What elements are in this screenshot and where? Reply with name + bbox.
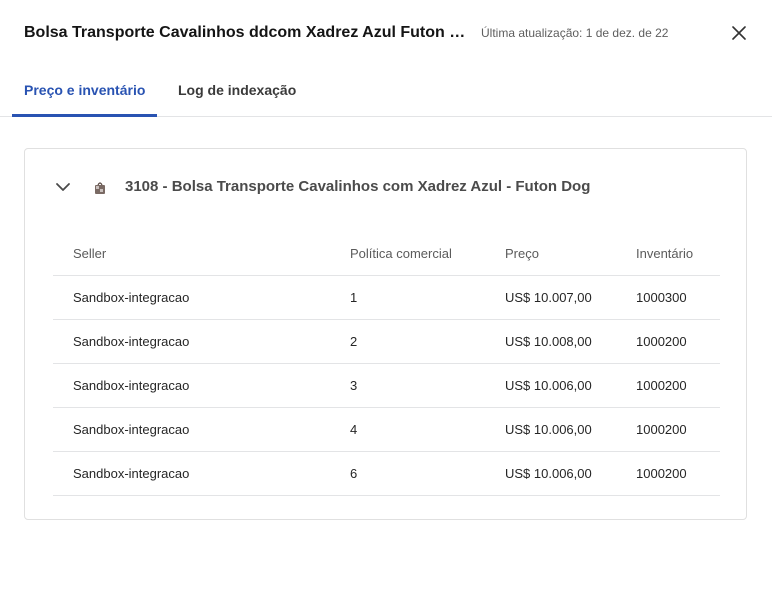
last-updated-text: Última atualização: 1 de dez. de 22 [481,26,669,40]
table-header-row: Seller Política comercial Preço Inventár… [53,232,720,276]
policy-cell: 6 [350,451,505,496]
column-header-inventory: Inventário [636,232,720,276]
inventory-cell: 1000300 [636,275,720,320]
table-row: Sandbox-integracao 3 US$ 10.006,00 10002… [53,363,720,408]
product-title: Bolsa Transporte Cavalinhos ddcom Xadrez… [24,24,474,41]
tab-bar: Preço e inventário Log de indexação [0,70,772,117]
inventory-cell: 1000200 [636,407,720,452]
price-cell: US$ 10.006,00 [505,451,636,496]
product-thumbnail-icon [93,181,107,195]
tab-indexing-log[interactable]: Log de indexação [178,70,296,114]
seller-cell: Sandbox-integracao [53,275,350,320]
policy-cell: 3 [350,363,505,408]
seller-cell: Sandbox-integracao [53,363,350,408]
seller-cell: Sandbox-integracao [53,319,350,364]
column-header-price: Preço [505,232,636,276]
table-row: Sandbox-integracao 6 US$ 10.006,00 10002… [53,451,720,496]
seller-cell: Sandbox-integracao [53,407,350,452]
table-row: Sandbox-integracao 2 US$ 10.008,00 10002… [53,319,720,364]
table-row: Sandbox-integracao 1 US$ 10.007,00 10003… [53,275,720,320]
policy-cell: 4 [350,407,505,452]
price-cell: US$ 10.006,00 [505,363,636,408]
seller-cell: Sandbox-integracao [53,451,350,496]
column-header-policy: Política comercial [350,232,505,276]
policy-cell: 2 [350,319,505,364]
close-button[interactable] [728,22,750,44]
inventory-cell: 1000200 [636,319,720,364]
inventory-cell: 1000200 [636,363,720,408]
inventory-cell: 1000200 [636,451,720,496]
column-header-seller: Seller [53,232,350,276]
sku-title: 3108 - Bolsa Transporte Cavalinhos com X… [125,178,591,195]
price-cell: US$ 10.007,00 [505,275,636,320]
table-row: Sandbox-integracao 4 US$ 10.006,00 10002… [53,407,720,452]
price-cell: US$ 10.008,00 [505,319,636,364]
tab-price-inventory[interactable]: Preço e inventário [12,70,158,117]
chevron-down-icon [56,183,70,191]
policy-cell: 1 [350,275,505,320]
seller-table: Seller Política comercial Preço Inventár… [53,232,720,496]
expand-toggle[interactable] [54,180,72,194]
modal-header: Bolsa Transporte Cavalinhos ddcom Xadrez… [0,0,772,66]
close-icon [732,26,746,40]
sku-card: 3108 - Bolsa Transporte Cavalinhos com X… [24,148,747,520]
price-cell: US$ 10.006,00 [505,407,636,452]
